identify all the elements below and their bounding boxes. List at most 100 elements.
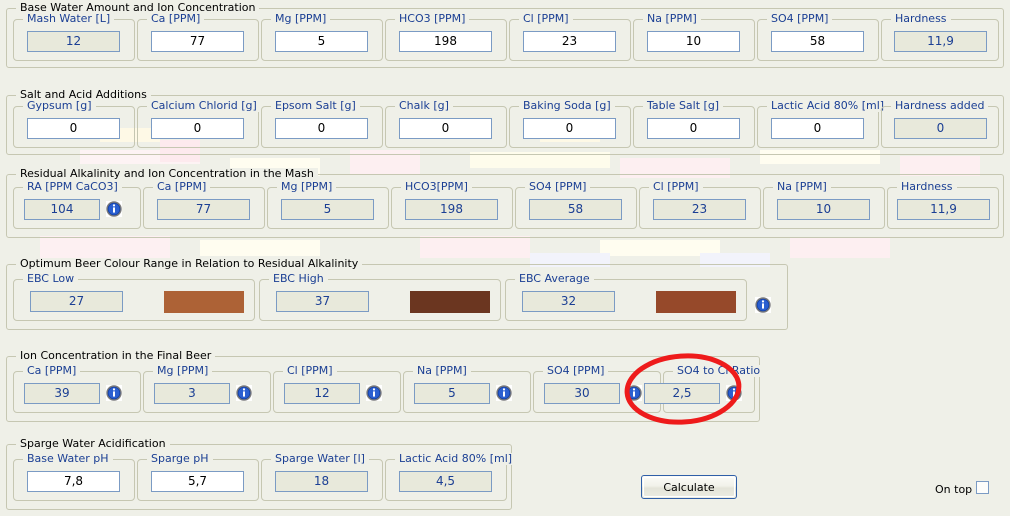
water-calculator-window: Base Water Amount and Ion Concentration …	[0, 0, 1010, 516]
field-label-ra: RA [PPM CaCO3]	[23, 181, 122, 193]
field-group-mash-cl: Cl [PPM] 23	[639, 181, 761, 229]
info-icon[interactable]	[755, 297, 771, 313]
field-group-mash-hco3: HCO3[PPM] 198	[391, 181, 513, 229]
field-beer-cl[interactable]: 12	[284, 383, 360, 404]
field-base-hardness[interactable]: 11,9	[894, 31, 987, 52]
field-label-calcium-chloride: Calcium Chlorid [g]	[147, 100, 261, 112]
field-group-mash-hardness: Hardness 11,9	[887, 181, 999, 229]
field-label-ebc-average: EBC Average	[515, 273, 594, 285]
field-group-lactic-acid: Lactic Acid 80% [ml] 0	[757, 100, 889, 148]
colour-swatch-ebc-average	[656, 291, 736, 313]
calculate-button[interactable]: Calculate	[641, 475, 737, 499]
field-chalk[interactable]: 0	[399, 118, 492, 139]
field-label-hardness-added: Hardness added	[891, 100, 989, 112]
field-mash-so4[interactable]: 58	[529, 199, 622, 220]
field-group-epsom-salt: Epsom Salt [g] 0	[261, 100, 383, 148]
colour-swatch-ebc-low	[164, 291, 244, 313]
info-icon[interactable]	[366, 385, 382, 401]
on-top-label: On top	[935, 483, 973, 496]
field-baking-soda[interactable]: 0	[523, 118, 616, 139]
field-ebc-low[interactable]: 27	[30, 291, 123, 312]
field-group-so4-cl-ratio: SO4 to Cl Ratio 2,5	[644, 365, 765, 413]
field-group-mash-na: Na [PPM] 10	[763, 181, 885, 229]
info-icon[interactable]	[626, 385, 642, 401]
field-label-base-so4: SO4 [PPM]	[767, 13, 833, 25]
section-title-residual-alkalinity: Residual Alkalinity and Ion Concentratio…	[16, 168, 318, 180]
field-base-ca[interactable]: 77	[151, 31, 244, 52]
field-mash-na[interactable]: 10	[777, 199, 870, 220]
field-ebc-high[interactable]: 37	[276, 291, 369, 312]
field-group-beer-cl: Cl [PPM] 12	[273, 365, 401, 413]
field-base-cl[interactable]: 23	[523, 31, 616, 52]
field-label-table-salt: Table Salt [g]	[643, 100, 724, 112]
field-group-mash-ca: Ca [PPM] 77	[143, 181, 265, 229]
field-base-water-ph[interactable]: 7,8	[27, 471, 120, 492]
field-mash-water[interactable]: 12	[27, 31, 120, 52]
field-mash-ca[interactable]: 77	[157, 199, 250, 220]
field-sparge-water[interactable]: 18	[275, 471, 368, 492]
field-mash-hardness[interactable]: 11,9	[897, 199, 990, 220]
section-base-water: Base Water Amount and Ion Concentration …	[6, 2, 1004, 68]
field-epsom-salt[interactable]: 0	[275, 118, 368, 139]
field-label-base-ca: Ca [PPM]	[147, 13, 205, 25]
on-top-checkbox[interactable]	[976, 481, 989, 494]
field-label-mash-hardness: Hardness	[897, 181, 957, 193]
field-group-base-so4: SO4 [PPM] 58	[757, 13, 879, 61]
field-base-so4[interactable]: 58	[771, 31, 864, 52]
field-group-base-hardness: Hardness 11,9	[881, 13, 999, 61]
section-salt-acid: Salt and Acid Additions Gypsum [g] 0 Cal…	[6, 89, 1004, 155]
field-label-chalk: Chalk [g]	[395, 100, 453, 112]
field-calcium-chloride[interactable]: 0	[151, 118, 244, 139]
field-label-ebc-low: EBC Low	[23, 273, 79, 285]
info-icon[interactable]	[496, 385, 512, 401]
field-sparge-lactic-acid[interactable]: 4,5	[399, 471, 492, 492]
field-group-ra: RA [PPM CaCO3] 104	[13, 181, 141, 229]
field-hardness-added[interactable]: 0	[894, 118, 987, 139]
field-gypsum[interactable]: 0	[27, 118, 120, 139]
field-label-base-na: Na [PPM]	[643, 13, 701, 25]
field-beer-ca[interactable]: 39	[24, 383, 100, 404]
info-icon[interactable]	[106, 385, 122, 401]
field-lactic-acid[interactable]: 0	[771, 118, 864, 139]
field-group-chalk: Chalk [g] 0	[385, 100, 507, 148]
field-label-ebc-high: EBC High	[269, 273, 328, 285]
section-title-final-beer: Ion Concentration in the Final Beer	[16, 350, 216, 362]
field-mash-hco3[interactable]: 198	[405, 199, 498, 220]
field-group-baking-soda: Baking Soda [g] 0	[509, 100, 631, 148]
field-label-sparge-ph: Sparge pH	[147, 453, 213, 465]
field-ra[interactable]: 104	[24, 199, 100, 220]
field-label-lactic-acid: Lactic Acid 80% [ml]	[767, 100, 889, 112]
field-group-sparge-water: Sparge Water [l] 18	[261, 453, 383, 501]
field-label-beer-so4: SO4 [PPM]	[543, 365, 609, 377]
field-label-base-cl: Cl [PPM]	[519, 13, 573, 25]
field-beer-so4[interactable]: 30	[544, 383, 620, 404]
field-base-hco3[interactable]: 198	[399, 31, 492, 52]
field-ebc-average[interactable]: 32	[522, 291, 615, 312]
field-label-base-mg: Mg [PPM]	[271, 13, 331, 25]
field-table-salt[interactable]: 0	[647, 118, 740, 139]
info-icon[interactable]	[236, 385, 252, 401]
field-sparge-ph[interactable]: 5,7	[151, 471, 244, 492]
field-base-mg[interactable]: 5	[275, 31, 368, 52]
field-label-baking-soda: Baking Soda [g]	[519, 100, 615, 112]
field-label-base-hco3: HCO3 [PPM]	[395, 13, 470, 25]
field-group-base-ca: Ca [PPM] 77	[137, 13, 259, 61]
field-group-calcium-chloride: Calcium Chlorid [g] 0	[137, 100, 261, 148]
field-label-epsom-salt: Epsom Salt [g]	[271, 100, 360, 112]
field-mash-mg[interactable]: 5	[281, 199, 374, 220]
field-base-na[interactable]: 10	[647, 31, 740, 52]
field-beer-mg[interactable]: 3	[154, 383, 230, 404]
section-beer-colour: Optimum Beer Colour Range in Relation to…	[6, 258, 788, 330]
field-beer-na[interactable]: 5	[414, 383, 490, 404]
field-group-base-mg: Mg [PPM] 5	[261, 13, 383, 61]
field-group-base-hco3: HCO3 [PPM] 198	[385, 13, 507, 61]
field-label-mash-water: Mash Water [L]	[23, 13, 115, 25]
field-label-mash-mg: Mg [PPM]	[277, 181, 337, 193]
field-mash-cl[interactable]: 23	[653, 199, 746, 220]
info-icon[interactable]	[726, 385, 742, 401]
field-label-beer-ca: Ca [PPM]	[23, 365, 81, 377]
field-so4-cl-ratio[interactable]: 2,5	[644, 383, 720, 404]
field-label-gypsum: Gypsum [g]	[23, 100, 96, 112]
field-label-mash-na: Na [PPM]	[773, 181, 831, 193]
info-icon[interactable]	[106, 201, 122, 217]
